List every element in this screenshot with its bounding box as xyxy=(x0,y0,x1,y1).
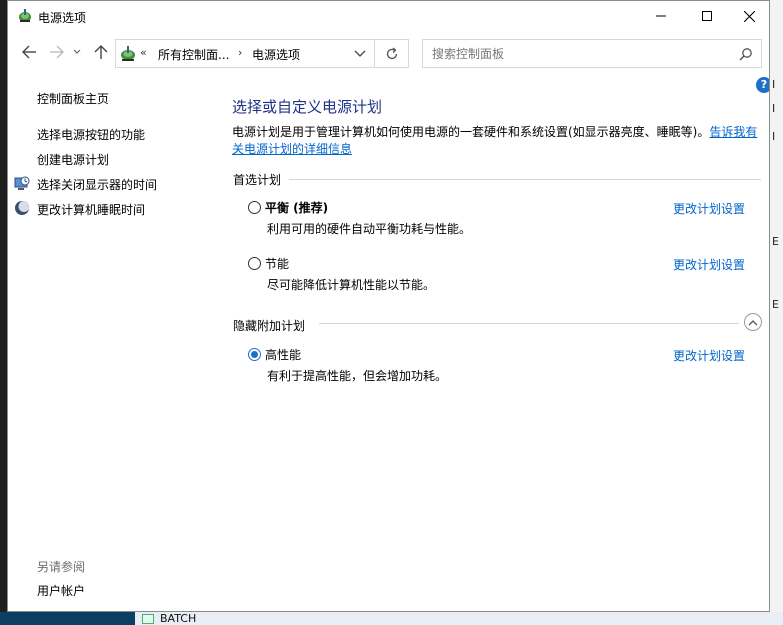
address-segment-power-options[interactable]: 电源选项 xyxy=(252,46,300,63)
search-box[interactable] xyxy=(422,39,762,68)
address-bar[interactable]: « 所有控制面... › 电源选项 xyxy=(115,39,375,68)
plan-high-performance-radio[interactable] xyxy=(248,348,261,361)
refresh-button[interactable] xyxy=(375,39,409,68)
refresh-icon xyxy=(386,47,397,59)
batch-file-icon xyxy=(142,614,154,624)
search-icon[interactable] xyxy=(739,47,753,61)
address-overflow-chevron[interactable]: « xyxy=(140,46,147,59)
power-options-icon xyxy=(19,9,31,22)
preferred-plans-header: 首选计划 xyxy=(233,173,282,187)
window-title: 电源选项 xyxy=(38,11,87,25)
help-icon[interactable]: ? xyxy=(756,77,769,93)
close-button[interactable] xyxy=(730,1,769,31)
power-options-window: 电源选项 « 所有控制面... › 电源选项 搜索控制面板 ? 控制面板主页 选… xyxy=(7,0,770,612)
close-icon xyxy=(744,10,755,22)
chevron-down-icon xyxy=(73,49,81,54)
monitor-clock-icon xyxy=(14,176,30,190)
minimize-button[interactable] xyxy=(638,1,684,31)
arrow-left-icon xyxy=(22,45,36,59)
plan-power-saver-name[interactable]: 节能 xyxy=(265,255,289,272)
address-separator[interactable]: › xyxy=(238,46,242,59)
desktop-text-fragment: E xyxy=(772,235,779,248)
forward-button[interactable] xyxy=(46,41,68,63)
sidebar-item-sleep-time[interactable]: 更改计算机睡眠时间 xyxy=(37,201,145,218)
maximize-button[interactable] xyxy=(684,1,730,31)
recent-locations-button[interactable] xyxy=(70,41,84,63)
back-button[interactable] xyxy=(18,41,40,63)
chevron-up-icon xyxy=(748,319,758,325)
plan-power-saver: 节能 尽可能降低计算机性能以节能。 更改计划设置 xyxy=(248,254,763,294)
moon-icon xyxy=(15,201,30,215)
arrow-right-icon xyxy=(50,45,64,59)
address-segment-all-control-panel[interactable]: 所有控制面... xyxy=(158,46,229,63)
page-title: 选择或自定义电源计划 xyxy=(232,98,383,116)
description-text: 电源计划是用于管理计算机如何使用电源的一套硬件和系统设置(如显示器亮度、睡眠等)… xyxy=(232,125,710,139)
desktop-text-fragment: I xyxy=(772,130,776,143)
sidebar-item-display-off-time[interactable]: 选择关闭显示器的时间 xyxy=(37,176,157,193)
divider xyxy=(319,323,739,324)
chevron-down-icon[interactable] xyxy=(352,47,368,61)
sidebar-item-control-panel-home[interactable]: 控制面板主页 xyxy=(37,90,109,107)
sidebar-item-user-accounts[interactable]: 用户帐户 xyxy=(37,582,85,599)
plan-high-performance-change-settings-link[interactable]: 更改计划设置 xyxy=(673,347,745,364)
hidden-plans-header: 隐藏附加计划 xyxy=(233,319,306,333)
page-description: 电源计划是用于管理计算机如何使用电源的一套硬件和系统设置(如显示器亮度、睡眠等)… xyxy=(232,124,762,158)
plan-high-performance-description: 有利于提高性能，但会增加功耗。 xyxy=(267,369,448,383)
plan-power-saver-description: 尽可能降低计算机性能以节能。 xyxy=(267,278,436,292)
maximize-icon xyxy=(702,11,712,21)
taskbar-item-batch[interactable]: BATCH xyxy=(160,612,196,625)
up-button[interactable] xyxy=(90,41,112,63)
desktop-text-fragment: E xyxy=(772,298,779,311)
taskbar-strip xyxy=(0,612,135,625)
plan-balanced-description: 利用可用的硬件自动平衡功耗与性能。 xyxy=(267,222,472,236)
sidebar-item-create-power-plan[interactable]: 创建电源计划 xyxy=(37,151,109,168)
desktop-text-fragment: I xyxy=(772,78,776,91)
plan-balanced-change-settings-link[interactable]: 更改计划设置 xyxy=(673,200,745,217)
plan-power-saver-change-settings-link[interactable]: 更改计划设置 xyxy=(673,256,745,273)
sidebar-item-power-button-function[interactable]: 选择电源按钮的功能 xyxy=(37,126,145,143)
arrow-up-icon xyxy=(94,45,108,59)
plan-power-saver-radio[interactable] xyxy=(248,257,261,270)
desktop-text-fragment: I xyxy=(772,102,776,115)
divider xyxy=(289,179,761,180)
title-bar[interactable]: 电源选项 xyxy=(8,1,769,31)
plan-high-performance-name[interactable]: 高性能 xyxy=(265,346,301,363)
desktop-background-right: I I I E E xyxy=(770,0,783,625)
power-options-icon xyxy=(121,46,135,61)
collapse-hidden-plans-button[interactable] xyxy=(744,313,762,331)
navigation-bar: « 所有控制面... › 电源选项 xyxy=(8,33,769,71)
search-input[interactable] xyxy=(424,41,732,66)
plan-balanced-name[interactable]: 平衡 (推荐) xyxy=(265,199,328,216)
minimize-icon xyxy=(656,15,666,17)
plan-balanced-radio[interactable] xyxy=(248,201,261,214)
desktop-background-bottom: BATCH xyxy=(0,612,783,625)
plan-balanced: 平衡 (推荐) 利用可用的硬件自动平衡功耗与性能。 更改计划设置 xyxy=(248,198,763,238)
see-also-heading: 另请参阅 xyxy=(37,560,86,574)
plan-high-performance: 高性能 有利于提高性能，但会增加功耗。 更改计划设置 xyxy=(248,345,763,385)
sidebar: 控制面板主页 选择电源按钮的功能 创建电源计划 选择关闭显示器的时间 更改计算机… xyxy=(8,71,218,611)
